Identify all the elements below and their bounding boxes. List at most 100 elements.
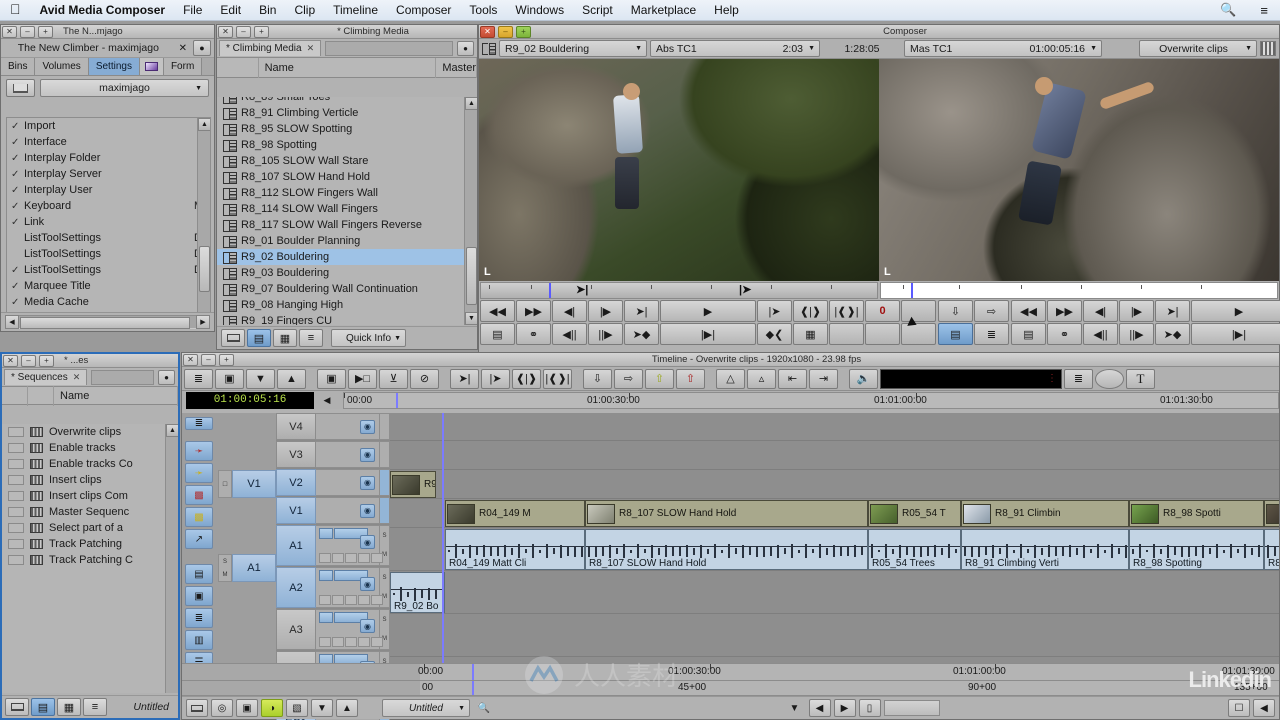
timeline-current-timecode[interactable]: 01:00:05:16	[186, 391, 314, 409]
bin-maximize-button[interactable]: +	[254, 25, 269, 38]
patch-a1-label[interactable]: A1	[232, 554, 276, 582]
seq-list-view-icon[interactable]: ▤	[31, 698, 55, 716]
track-enable-a2[interactable]: A2	[276, 567, 316, 608]
overwrite-patch-icon[interactable]: ➛	[185, 441, 213, 461]
record-playhead[interactable]	[911, 282, 913, 298]
timeline-menu-icon[interactable]: ≣	[185, 417, 213, 430]
bin-clip-row[interactable]: R8_98 Spotting	[217, 137, 477, 153]
bin-col-name[interactable]: Name	[259, 57, 437, 78]
track-list-icon[interactable]: ≣	[1064, 368, 1093, 389]
track-record-button[interactable]: ◉	[360, 535, 375, 549]
blank-button-2[interactable]	[829, 323, 864, 345]
track-record-button[interactable]: ◉	[360, 475, 375, 490]
video-quality-icon[interactable]	[1095, 368, 1124, 389]
settings-icon[interactable]: ≣	[184, 368, 213, 389]
single-roller-trim-icon[interactable]: ▣	[185, 586, 213, 606]
lift-icon[interactable]: ⇧	[645, 368, 674, 389]
project-hscroll[interactable]: ◀ ▶	[5, 315, 210, 330]
bin-col-master[interactable]: Master	[436, 57, 477, 78]
menu-item-bin[interactable]: Bin	[250, 3, 285, 17]
list-icon[interactable]: ≡	[1248, 3, 1280, 18]
timeline-close-button[interactable]: ✕	[183, 353, 198, 366]
bin-clip-row[interactable]: R9_08 Hanging High	[217, 297, 477, 313]
ruler-playhead[interactable]	[396, 392, 398, 408]
timeline-record-icon[interactable]: ◎	[211, 699, 233, 717]
timeline-video-clip[interactable]: R8_107 SLOW Hand Hold	[585, 500, 868, 527]
bin-text-view-icon[interactable]: ≡	[299, 329, 323, 347]
record-step-forward-icon[interactable]: |▶	[1119, 300, 1154, 322]
timeline-zoom-out-icon[interactable]: ▼	[311, 699, 333, 717]
no-effect-icon[interactable]: ⊘	[410, 368, 439, 389]
trim-back-icon[interactable]: ◀||	[552, 323, 587, 345]
audio-mix-icon[interactable]: ≣	[185, 608, 213, 628]
audio-icon[interactable]: 🔈	[849, 368, 878, 389]
overwrite-icon[interactable]: ⇨	[974, 300, 1009, 322]
segment-drag-icon[interactable]: ↗	[185, 529, 213, 549]
settings-row[interactable]: ✓ Interplay Folder	[7, 150, 210, 166]
sequences-close-button[interactable]: ✕	[3, 354, 18, 367]
record-forward-icon[interactable]: ▶▶	[1047, 300, 1082, 322]
bin-frame-view-icon[interactable]: ▦	[273, 329, 297, 347]
record-mark-out-icon[interactable]: ➤|	[1155, 300, 1190, 322]
source-out-mark[interactable]: ➤|	[576, 284, 588, 297]
timeline-audio-clip[interactable]: R04_149 Matt Cli	[445, 529, 585, 570]
sequence-row[interactable]: Master Sequenc	[2, 504, 178, 520]
sequence-checkbox[interactable]	[8, 555, 24, 565]
menu-item-tools[interactable]: Tools	[460, 3, 506, 17]
record-monitor[interactable]: L	[879, 59, 1279, 281]
settings-row[interactable]: ✓ Marquee Title	[7, 278, 210, 294]
overwrite-icon[interactable]: ⇨	[614, 368, 643, 389]
composer-grid-icon[interactable]	[1260, 41, 1276, 56]
project-maximize-button[interactable]: +	[38, 25, 53, 38]
track-controls-v2[interactable]: ◉	[316, 469, 380, 496]
project-minimize-button[interactable]: –	[20, 25, 35, 38]
track-controls-v3[interactable]: ◉	[316, 441, 380, 468]
settings-row[interactable]: ✓ Interface	[7, 134, 210, 150]
play-icon[interactable]: ▶	[660, 300, 756, 322]
settings-row[interactable]: ✓KeyboardM	[7, 198, 210, 214]
record-step-back-icon[interactable]: ◀|	[1083, 300, 1118, 322]
patch-v1-dot[interactable]: □	[218, 470, 232, 498]
track-header-v4[interactable]: V4 ◉	[276, 413, 390, 441]
menu-item-composer[interactable]: Composer	[387, 3, 460, 17]
sequence-row[interactable]: Track Patching	[2, 536, 178, 552]
bin-clip-row[interactable]: R8_91 Climbing Verticle	[217, 105, 477, 121]
composer-minimize-button[interactable]: –	[498, 25, 513, 38]
menu-item-marketplace[interactable]: Marketplace	[622, 3, 705, 17]
patch-v1-label[interactable]: V1	[232, 470, 276, 498]
bin-tab-field[interactable]	[325, 40, 453, 56]
tab-format[interactable]: Form	[163, 58, 203, 75]
close-icon[interactable]: ✕	[73, 372, 81, 383]
track-record-button[interactable]: ◉	[360, 503, 375, 518]
menu-item-file[interactable]: File	[174, 3, 211, 17]
sequences-scrollbar[interactable]: ▲	[165, 424, 178, 693]
sequences-maximize-button[interactable]: +	[39, 354, 54, 367]
track-lane-v4[interactable]	[390, 413, 1279, 441]
rewind-icon[interactable]: ◀◀	[480, 300, 515, 322]
bin-close-button[interactable]: ✕	[218, 25, 233, 38]
track-lane-a1[interactable]: R04_149 Matt Cli R8_107 SLOW Hand Hold R05…	[390, 529, 1279, 571]
blank-button-1[interactable]	[901, 300, 936, 322]
project-close-button[interactable]: ✕	[2, 25, 17, 38]
track-header-a3[interactable]: A3 ◉ S M	[276, 609, 390, 651]
close-icon[interactable]: ✕	[307, 43, 315, 54]
sequences-tab[interactable]: * Sequences ✕	[4, 369, 88, 385]
seq-col-blank1[interactable]	[2, 385, 28, 406]
timeline-scroll-left-icon[interactable]: ◀	[314, 395, 340, 406]
timeline-next-icon[interactable]: ▶	[833, 699, 856, 717]
settings-view-button[interactable]	[6, 79, 35, 97]
bin-clip-row[interactable]: R8_112 SLOW Fingers Wall	[217, 185, 477, 201]
bin-clip-list[interactable]: R8_89 Small Toes R8_91 Climbing Verticle R…	[217, 97, 477, 325]
settings-row[interactable]: ListToolSettingsD	[7, 246, 210, 262]
track-lane-v1[interactable]: R04_149 M R8_107 SLOW Hand Hold R05_54 T R8…	[390, 500, 1279, 528]
seq-text-view-icon[interactable]: ≡	[83, 698, 107, 716]
trim-left-icon[interactable]: △	[716, 368, 745, 389]
mark-clip-icon[interactable]: ❰|❱	[512, 368, 541, 389]
mark-out-icon[interactable]: ➤|	[624, 300, 659, 322]
sequence-row[interactable]: Overwrite clips	[2, 424, 178, 440]
tab-bins[interactable]: Bins	[1, 58, 36, 75]
sequence-checkbox[interactable]	[8, 443, 24, 453]
timeline-audio-clip[interactable]: R8_107 SLOW Hand Hold	[585, 529, 868, 570]
add-edit-icon[interactable]: ◆❮	[757, 323, 792, 345]
bin-list-view-icon[interactable]: ▤	[247, 329, 271, 347]
